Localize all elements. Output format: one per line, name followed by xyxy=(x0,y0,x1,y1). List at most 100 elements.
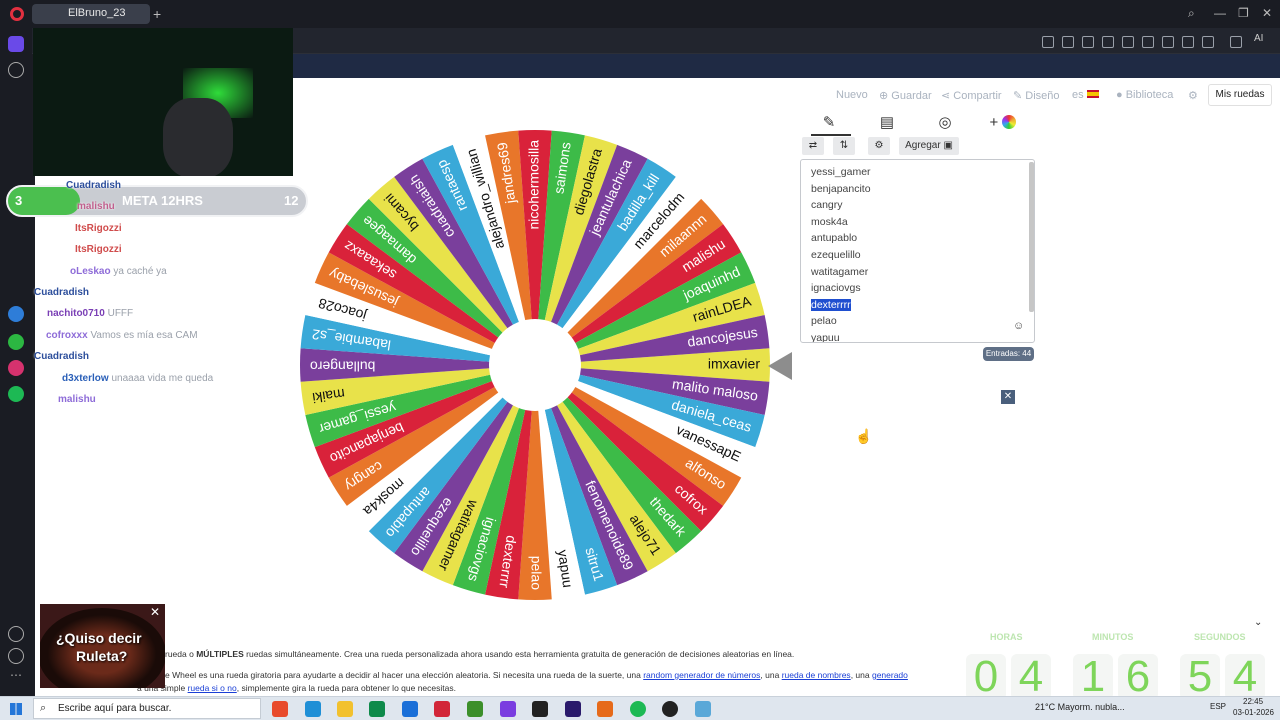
close-popup-button[interactable]: ✕ xyxy=(1001,390,1015,404)
entry-item[interactable]: antupablo xyxy=(811,232,857,244)
chat-username[interactable]: nachito0710 xyxy=(47,308,105,319)
advanced-gear-icon[interactable]: ⚙ xyxy=(868,137,890,155)
shuffle-icon[interactable]: ⇄ xyxy=(802,137,824,155)
star-icon[interactable] xyxy=(8,62,24,78)
messenger-icon[interactable] xyxy=(8,306,24,322)
chat-message: malishu xyxy=(58,394,96,405)
copilot-icon[interactable] xyxy=(272,701,288,717)
new-tab-plus-icon[interactable]: + xyxy=(153,6,161,22)
chat-username[interactable]: malishu xyxy=(77,201,115,212)
heart-icon[interactable] xyxy=(1142,36,1154,48)
nuevo-button[interactable]: Nuevo xyxy=(836,89,868,101)
close-icon[interactable]: ✕ xyxy=(1262,6,1272,20)
spin-wheel[interactable]: imxaviermalito malosodaniela_ceasvanessa… xyxy=(300,128,775,603)
store-icon[interactable] xyxy=(369,701,385,717)
maximize-icon[interactable]: ❐ xyxy=(1238,6,1249,20)
settings-gear-icon[interactable]: ⚙ xyxy=(1188,89,1198,102)
ad-close-icon[interactable]: ✕ xyxy=(150,605,160,619)
entry-item[interactable]: watitagamer xyxy=(811,266,868,278)
download-icon[interactable] xyxy=(1162,36,1174,48)
clock-date[interactable]: 03-01-2026 xyxy=(1233,708,1274,717)
entry-item[interactable]: cangry xyxy=(811,199,843,211)
entry-item[interactable]: benjapancito xyxy=(811,183,871,195)
entry-item[interactable]: ignaciovgs xyxy=(811,282,861,294)
chat-username[interactable]: ItsRigozzi xyxy=(75,244,122,255)
name-wheel-link[interactable]: rueda de nombres xyxy=(782,670,851,680)
discord-icon[interactable] xyxy=(500,701,516,717)
generator-link[interactable]: generado xyxy=(872,670,908,680)
mail-icon[interactable] xyxy=(402,701,418,717)
weather-text[interactable]: 21°C Mayorm. nubla... xyxy=(1035,702,1125,712)
home-icon[interactable] xyxy=(8,36,24,52)
biblioteca-button[interactable]: ● Biblioteca xyxy=(1116,89,1173,101)
more-icon[interactable]: ⋯ xyxy=(10,668,22,682)
entry-item[interactable]: yapuu xyxy=(811,332,840,342)
chat-username[interactable]: d3xterlow xyxy=(62,373,109,384)
premiere-icon[interactable] xyxy=(565,701,581,717)
entry-item[interactable]: ezequelillo xyxy=(811,249,861,261)
language-indicator[interactable]: ESP xyxy=(1210,702,1226,711)
tab-hide-eye-icon[interactable]: ◎ xyxy=(916,110,974,136)
profile-icon[interactable] xyxy=(1202,36,1214,48)
compartir-button[interactable]: ⋖ Compartir xyxy=(941,89,1002,102)
wheel-slice-label: nicohermosilla xyxy=(526,140,542,230)
app-icon[interactable] xyxy=(695,701,711,717)
spotify-taskbar-icon[interactable] xyxy=(630,701,646,717)
menu-icon[interactable] xyxy=(1182,36,1194,48)
wheel-center[interactable] xyxy=(489,319,581,411)
opera-logo-icon[interactable] xyxy=(10,7,24,21)
guardar-button[interactable]: ⊕ Guardar xyxy=(879,89,932,102)
capcut-icon[interactable] xyxy=(532,701,548,717)
entry-item[interactable]: dexterrrr xyxy=(811,298,851,311)
windows-start-icon[interactable] xyxy=(10,703,22,715)
tab-edit-pencil-icon[interactable]: ✎ xyxy=(800,110,858,136)
obs-icon[interactable] xyxy=(662,701,678,717)
tab-results-clipboard-icon[interactable]: ▤ xyxy=(858,110,916,136)
diseno-button[interactable]: ✎ Diseño xyxy=(1013,89,1060,102)
chat-username[interactable]: malishu xyxy=(58,394,96,405)
entry-item[interactable]: mosk4a xyxy=(811,216,848,228)
instagram-icon[interactable] xyxy=(8,360,24,376)
heart-icon[interactable] xyxy=(8,626,24,642)
minecraft-icon[interactable] xyxy=(467,701,483,717)
streamlabs-icon[interactable] xyxy=(597,701,613,717)
shield-icon[interactable] xyxy=(1102,36,1114,48)
minimize-icon[interactable]: — xyxy=(1214,6,1226,20)
opera-taskbar-icon[interactable] xyxy=(434,701,450,717)
chat-username[interactable]: Cuadradish xyxy=(34,351,89,362)
reader-icon[interactable] xyxy=(1042,36,1054,48)
chat-username[interactable]: Cuadradish xyxy=(66,180,121,191)
search-tabs-icon[interactable]: ⌕ xyxy=(1188,6,1195,21)
entry-item[interactable]: pelao xyxy=(811,315,837,327)
spotify-icon[interactable] xyxy=(8,386,24,402)
clock-icon[interactable] xyxy=(8,648,24,664)
edge-icon[interactable] xyxy=(305,701,321,717)
agregar-image-button[interactable]: Agregar ▣ xyxy=(899,137,959,155)
play-icon[interactable] xyxy=(1122,36,1134,48)
taskbar-search-box[interactable]: ⌕ Escribe aquí para buscar. xyxy=(33,698,261,719)
chat-username[interactable]: ItsRigozzi xyxy=(75,223,122,234)
ai-icon[interactable]: AI xyxy=(1254,33,1263,44)
sort-icon[interactable]: ⇅ xyxy=(833,137,855,155)
roulette-ad[interactable]: ✕ ¿Quiso decir Ruleta? xyxy=(40,604,165,688)
chat-username[interactable]: Cuadradish xyxy=(34,287,89,298)
camera-icon[interactable] xyxy=(1082,36,1094,48)
chevron-down-icon[interactable]: ⌄ xyxy=(1254,617,1262,628)
mis-ruedas-button[interactable]: Mis ruedas xyxy=(1208,84,1272,106)
chat-username[interactable]: cofroxxx xyxy=(46,330,88,341)
chat-username[interactable]: oLeskao xyxy=(70,266,111,277)
whatsapp-icon[interactable] xyxy=(8,334,24,350)
random-number-link[interactable]: random generador de números xyxy=(643,670,760,680)
scrollbar[interactable] xyxy=(1029,162,1034,312)
clock-time[interactable]: 22:45 xyxy=(1243,697,1263,706)
entries-textarea[interactable]: yessi_gamer benjapancito cangry mosk4a antup… xyxy=(800,159,1035,343)
emoji-icon[interactable]: ☺ xyxy=(1013,320,1024,332)
edit-icon[interactable] xyxy=(1062,36,1074,48)
file-explorer-icon[interactable] xyxy=(337,701,353,717)
extensions-icon[interactable] xyxy=(1230,36,1242,48)
browser-tab[interactable]: ElBruno_23 xyxy=(32,4,150,24)
language-button[interactable]: es xyxy=(1072,89,1099,101)
entry-item[interactable]: yessi_gamer xyxy=(811,166,871,178)
tab-add-wheel-icon[interactable]: + xyxy=(974,110,1032,136)
yes-no-wheel-link[interactable]: rueda si o no xyxy=(188,683,237,693)
